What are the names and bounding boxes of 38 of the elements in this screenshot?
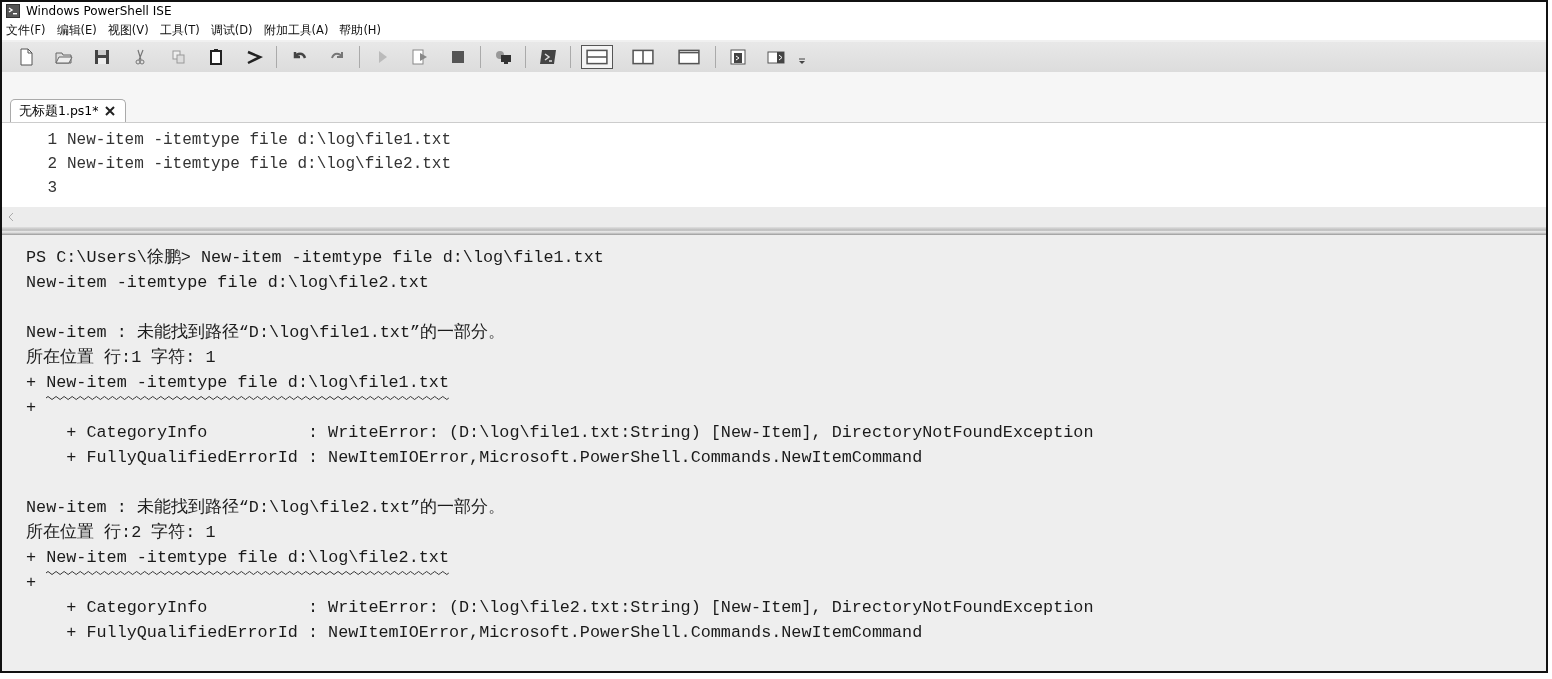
error-command-line: New-item -itemtype file d:\log\file2.txt — [46, 548, 449, 567]
plus-mark: + — [26, 373, 37, 392]
console-line: PS C:\Users\徐鹏> New-item -itemtype file d:\log\file1.txt — [26, 248, 604, 267]
plus-mark: + — [26, 548, 37, 567]
plus-mark: + — [26, 398, 37, 417]
show-console-icon[interactable] — [728, 47, 748, 67]
menu-item[interactable]: 附加工具(A) — [263, 22, 329, 38]
menu-item[interactable]: 编辑(E) — [56, 22, 97, 38]
console-line: New-item -itemtype file d:\log\file2.txt — [26, 273, 429, 292]
error-detail-line: + FullyQualifiedErrorId : NewItemIOError,Microsoft.PowerShell.Commands.NewItemCommand — [66, 623, 923, 642]
close-icon[interactable] — [104, 106, 115, 116]
error-detail-line: + CategoryInfo : WriteError: (D:\log\file1.txt:String) [New-Item], DirectoryNotFoundException — [66, 423, 1094, 442]
console-line: New-item : 未能找到路径“D:\log\file2.txt”的一部分。 — [26, 498, 506, 517]
script-top-layout-button[interactable] — [581, 45, 613, 69]
save-icon[interactable] — [92, 47, 112, 67]
script-editor[interactable]: 1 New-item -itemtype file d:\log\file1.txt 2 New-item -itemtype file d:\log\file2.txt 3 — [2, 123, 1546, 207]
script-tab[interactable]: 无标题1.ps1* — [10, 99, 126, 122]
code-line: New-item -itemtype file d:\log\file1.txt — [67, 131, 452, 151]
overflow-icon[interactable] — [798, 56, 806, 66]
plus-mark: + — [26, 573, 37, 592]
menu-item[interactable]: 工具(T) — [159, 22, 200, 38]
error-detail-line: + CategoryInfo : WriteError: (D:\log\file2.txt:String) [New-Item], DirectoryNotFoundException — [66, 598, 1094, 617]
console-line: 所在位置 行:1 字符: 1 — [26, 348, 216, 367]
menu-item[interactable]: 视图(V) — [107, 22, 149, 38]
error-detail-line: + FullyQualifiedErrorId : NewItemIOError,Microsoft.PowerShell.Commands.NewItemCommand — [66, 448, 923, 467]
menu-item[interactable]: 帮助(H) — [339, 22, 381, 38]
menu-item[interactable]: 调试(D) — [210, 22, 253, 38]
console-line: 所在位置 行:2 字符: 1 — [26, 523, 216, 542]
window-title: Windows PowerShell ISE — [26, 4, 172, 18]
line-number: 3 — [46, 179, 58, 199]
horizontal-scrollbar[interactable] — [2, 207, 1546, 227]
error-command-line: New-item -itemtype file d:\log\file1.txt — [46, 373, 449, 392]
console-line: New-item : 未能找到路径“D:\log\file1.txt”的一部分。 — [26, 323, 506, 342]
menu-item[interactable]: 文件(F) — [6, 22, 46, 38]
line-number: 2 — [46, 155, 58, 175]
powershell-icon[interactable] — [538, 47, 558, 67]
code-line: New-item -itemtype file d:\log\file2.txt — [67, 155, 452, 175]
line-number: 1 — [46, 131, 58, 151]
